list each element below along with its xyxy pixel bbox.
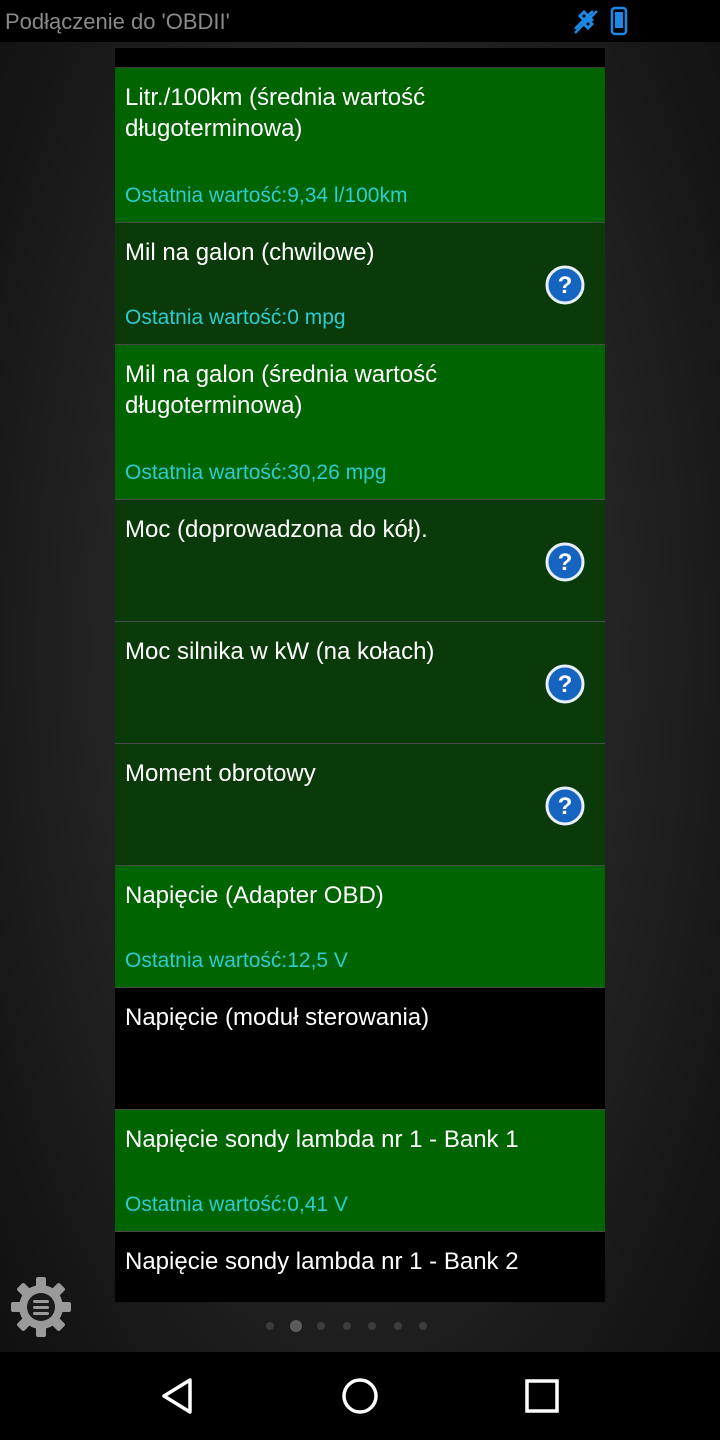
list-top-edge	[115, 48, 605, 68]
back-icon[interactable]	[156, 1374, 200, 1418]
list-item[interactable]: Moc (doprowadzona do kół). ?	[115, 500, 605, 622]
help-icon[interactable]: ?	[545, 786, 585, 826]
page-dot[interactable]	[394, 1322, 402, 1330]
item-last-value: Ostatnia wartość:30,26 mpg	[125, 461, 387, 484]
page-dot[interactable]	[368, 1322, 376, 1330]
svg-text:?: ?	[558, 549, 573, 576]
item-last-value: Ostatnia wartość:12,5 V	[125, 949, 348, 972]
list-item[interactable]: Napięcie (Adapter OBD) Ostatnia wartość:…	[115, 866, 605, 988]
phone-icon	[610, 6, 628, 36]
svg-text:?: ?	[558, 671, 573, 698]
list-item[interactable]: Napięcie sondy lambda nr 1 - Bank 1 Osta…	[115, 1110, 605, 1232]
navigation-bar	[0, 1352, 720, 1440]
item-label: Mil na galon (średnia wartość długotermi…	[125, 361, 438, 419]
item-last-value: Ostatnia wartość:9,34 l/100km	[125, 184, 408, 207]
page-dot[interactable]	[266, 1322, 274, 1330]
item-label: Moc silnika w kW (na kołach)	[125, 638, 435, 665]
item-last-value: Ostatnia wartość:0 mpg	[125, 306, 346, 329]
list-item[interactable]: Napięcie sondy lambda nr 1 - Bank 2	[115, 1232, 605, 1302]
item-label: Moc (doprowadzona do kół).	[125, 516, 428, 543]
item-label: Napięcie sondy lambda nr 1 - Bank 1	[125, 1126, 519, 1153]
page-dot-active[interactable]	[290, 1320, 302, 1332]
recents-icon[interactable]	[520, 1374, 564, 1418]
list-item[interactable]: Napięcie (moduł sterowania)	[115, 988, 605, 1110]
item-last-value: Ostatnia wartość:0,41 V	[125, 1193, 348, 1216]
help-icon[interactable]: ?	[545, 664, 585, 704]
gps-off-icon	[574, 9, 598, 34]
item-label: Napięcie (moduł sterowania)	[125, 1004, 430, 1031]
list-item[interactable]: Moc silnika w kW (na kołach) ?	[115, 622, 605, 744]
svg-text:?: ?	[558, 793, 573, 820]
page-dot[interactable]	[419, 1322, 427, 1330]
connection-status-title: Podłączenie do 'OBDII'	[5, 9, 230, 34]
home-icon[interactable]	[338, 1374, 382, 1418]
pid-list[interactable]: Litr./100km (średnia wartość długotermin…	[115, 48, 605, 1302]
item-label: Mil na galon (chwilowe)	[125, 239, 375, 266]
list-item[interactable]: Moment obrotowy ?	[115, 744, 605, 866]
status-bar: Podłączenie do 'OBDII'	[0, 0, 720, 42]
page-indicator	[262, 1318, 442, 1334]
list-item[interactable]: Litr./100km (średnia wartość długotermin…	[115, 68, 605, 223]
item-label: Napięcie (Adapter OBD)	[125, 882, 384, 909]
help-icon[interactable]: ?	[545, 542, 585, 582]
item-label: Litr./100km (średnia wartość długotermin…	[125, 84, 426, 142]
item-label: Moment obrotowy	[125, 760, 316, 787]
page-dot[interactable]	[343, 1322, 351, 1330]
item-label: Napięcie sondy lambda nr 1 - Bank 2	[125, 1248, 519, 1275]
list-item[interactable]: Mil na galon (chwilowe) Ostatnia wartość…	[115, 223, 605, 345]
help-icon[interactable]: ?	[545, 265, 585, 305]
svg-text:?: ?	[558, 272, 573, 299]
list-item[interactable]: Mil na galon (średnia wartość długotermi…	[115, 345, 605, 500]
page-dot[interactable]	[317, 1322, 325, 1330]
gear-menu-icon[interactable]	[10, 1276, 72, 1338]
